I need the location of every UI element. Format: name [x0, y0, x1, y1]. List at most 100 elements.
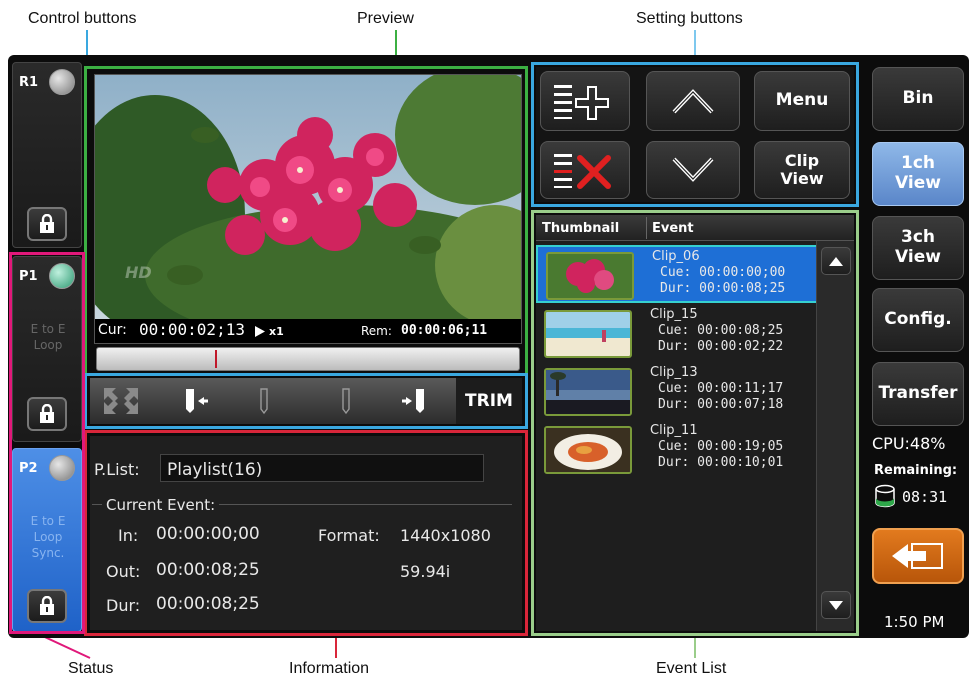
back-button[interactable]: [872, 528, 964, 584]
view-3ch-line1: 3ch: [900, 227, 935, 248]
bin-button[interactable]: Bin: [872, 67, 964, 131]
preview-scrub-bar[interactable]: [96, 347, 520, 371]
view-3ch-line2: View: [895, 247, 941, 267]
event-thumb-1: [546, 252, 634, 300]
arrow-left-icon: [892, 543, 943, 569]
remaining-time: 08:31: [902, 488, 948, 506]
storage-icon: [875, 484, 895, 508]
event-row-2[interactable]: Clip_15 Cue: 00:00:08;25 Dur: 00:00:02;2…: [536, 305, 818, 363]
event-name-1: Clip_06: [652, 249, 700, 264]
callout-event-list: Event List: [656, 660, 727, 677]
event-cue-4: Cue: 00:00:19;05: [658, 439, 784, 454]
event-row-1[interactable]: Clip_06 Cue: 00:00:00;00 Dur: 00:00:08;2…: [536, 245, 818, 303]
info-plist-label: P.List:: [94, 460, 140, 479]
preview-cur-time: 00:00:02;13: [139, 320, 245, 339]
view-1ch-button[interactable]: 1ch View: [872, 142, 964, 206]
event-dur-3: Dur: 00:00:07;18: [658, 397, 784, 412]
play-icon: [255, 326, 265, 337]
event-list-panel: Thumbnail Event Clip_06 Cue: 00:00:00;00…: [536, 215, 854, 631]
event-thumb-3: [544, 368, 632, 416]
event-thumb-image: [548, 254, 632, 298]
info-format-rate: 59.94i: [400, 562, 451, 581]
header-divider: [646, 217, 647, 239]
trim-step-out-button[interactable]: [320, 382, 370, 420]
info-current-event-label: Current Event:: [102, 496, 220, 514]
trim-set-in-button[interactable]: [170, 382, 220, 420]
add-event-button[interactable]: [540, 71, 630, 131]
event-thumb-image: [546, 312, 630, 356]
event-dur-4: Dur: 00:00:10;01: [658, 455, 784, 470]
status-frame: [9, 252, 85, 634]
callout-preview: Preview: [357, 10, 414, 27]
event-col-event: Event: [652, 221, 694, 236]
callout-status: Status: [68, 660, 114, 677]
chevron-up-icon: [672, 89, 714, 114]
preview-video-frame: [95, 75, 521, 319]
transfer-button[interactable]: Transfer: [872, 362, 964, 426]
event-cue-2: Cue: 00:00:08;25: [658, 323, 784, 338]
info-format-value: 1440x1080: [400, 526, 491, 545]
preview-rem-time: 00:00:06;11: [401, 323, 488, 338]
lock-icon: [40, 214, 54, 233]
callout-information: Information: [289, 660, 370, 677]
clip-view-line2: View: [780, 169, 824, 188]
preview-cur-label: Cur:: [98, 322, 127, 338]
event-list-header: Thumbnail Event: [536, 215, 854, 241]
trim-step-in-button[interactable]: [240, 382, 290, 420]
mark-out-icon: [402, 389, 424, 413]
event-name-3: Clip_13: [650, 365, 698, 380]
in-marker-icon: [260, 388, 268, 415]
callout-control-buttons: Control buttons: [28, 10, 137, 27]
trim-bar: TRIM: [90, 378, 522, 424]
config-button[interactable]: Config.: [872, 288, 964, 352]
preview-speed: x1: [269, 325, 284, 338]
info-in-label: In:: [118, 526, 139, 545]
cpu-readout: CPU:48%: [872, 434, 946, 453]
trim-fullscreen-button[interactable]: [92, 382, 150, 420]
mark-in-icon: [186, 389, 208, 413]
channel-r1-lock-button[interactable]: [27, 207, 67, 241]
event-thumb-image: [546, 370, 630, 414]
info-plist-value: Playlist(16): [167, 460, 263, 480]
event-thumb-4: [544, 426, 632, 474]
move-up-button[interactable]: [646, 71, 740, 131]
info-in-value: 00:00:00;00: [156, 524, 260, 544]
preview-timecode-bar: Cur: 00:00:02;13 x1 Rem: 00:00:06;11: [95, 319, 521, 343]
list-add-icon: [554, 85, 609, 120]
delete-event-button[interactable]: [540, 141, 630, 199]
event-row-3[interactable]: Clip_13 Cue: 00:00:11;17 Dur: 00:00:07;1…: [536, 363, 818, 421]
chevron-down-icon: [672, 157, 714, 182]
event-thumb-image: [546, 428, 630, 472]
clip-view-line1: Clip: [784, 150, 820, 170]
setting-panel: Menu Clip View: [536, 67, 854, 202]
trim-set-out-button[interactable]: [390, 382, 440, 420]
view-1ch-line2: View: [895, 173, 941, 193]
preview-hd-overlay: HD: [125, 263, 152, 282]
menu-button[interactable]: Menu: [754, 71, 850, 131]
trim-button[interactable]: TRIM: [456, 378, 522, 424]
info-out-label: Out:: [106, 562, 141, 581]
info-panel: P.List: Playlist(16) Current Event: In: …: [90, 436, 522, 630]
event-row-4[interactable]: Clip_11 Cue: 00:00:19;05 Dur: 00:00:10;0…: [536, 421, 818, 479]
scroll-down-button[interactable]: [821, 591, 851, 619]
channel-r1-panel: R1: [12, 62, 82, 248]
event-cue-3: Cue: 00:00:11;17: [658, 381, 784, 396]
view-1ch-line1: 1ch: [900, 153, 935, 174]
clock: 1:50 PM: [884, 613, 945, 631]
scrub-position-marker[interactable]: [215, 350, 217, 368]
info-format-label: Format:: [318, 526, 380, 545]
view-3ch-button[interactable]: 3ch View: [872, 216, 964, 280]
triangle-up-icon: [829, 256, 843, 266]
event-name-4: Clip_11: [650, 423, 698, 438]
clip-view-button[interactable]: Clip View: [754, 141, 850, 199]
event-thumb-2: [544, 310, 632, 358]
collapse-arrows-icon: [104, 388, 138, 414]
move-down-button[interactable]: [646, 141, 740, 199]
scroll-up-button[interactable]: [821, 247, 851, 275]
event-list-scrollbar[interactable]: [816, 241, 854, 631]
event-cue-1: Cue: 00:00:00;00: [660, 265, 786, 280]
remaining-label: Remaining:: [874, 463, 958, 478]
callout-setting-buttons: Setting buttons: [636, 10, 743, 27]
triangle-down-icon: [829, 600, 843, 610]
info-dur-label: Dur:: [106, 596, 141, 615]
